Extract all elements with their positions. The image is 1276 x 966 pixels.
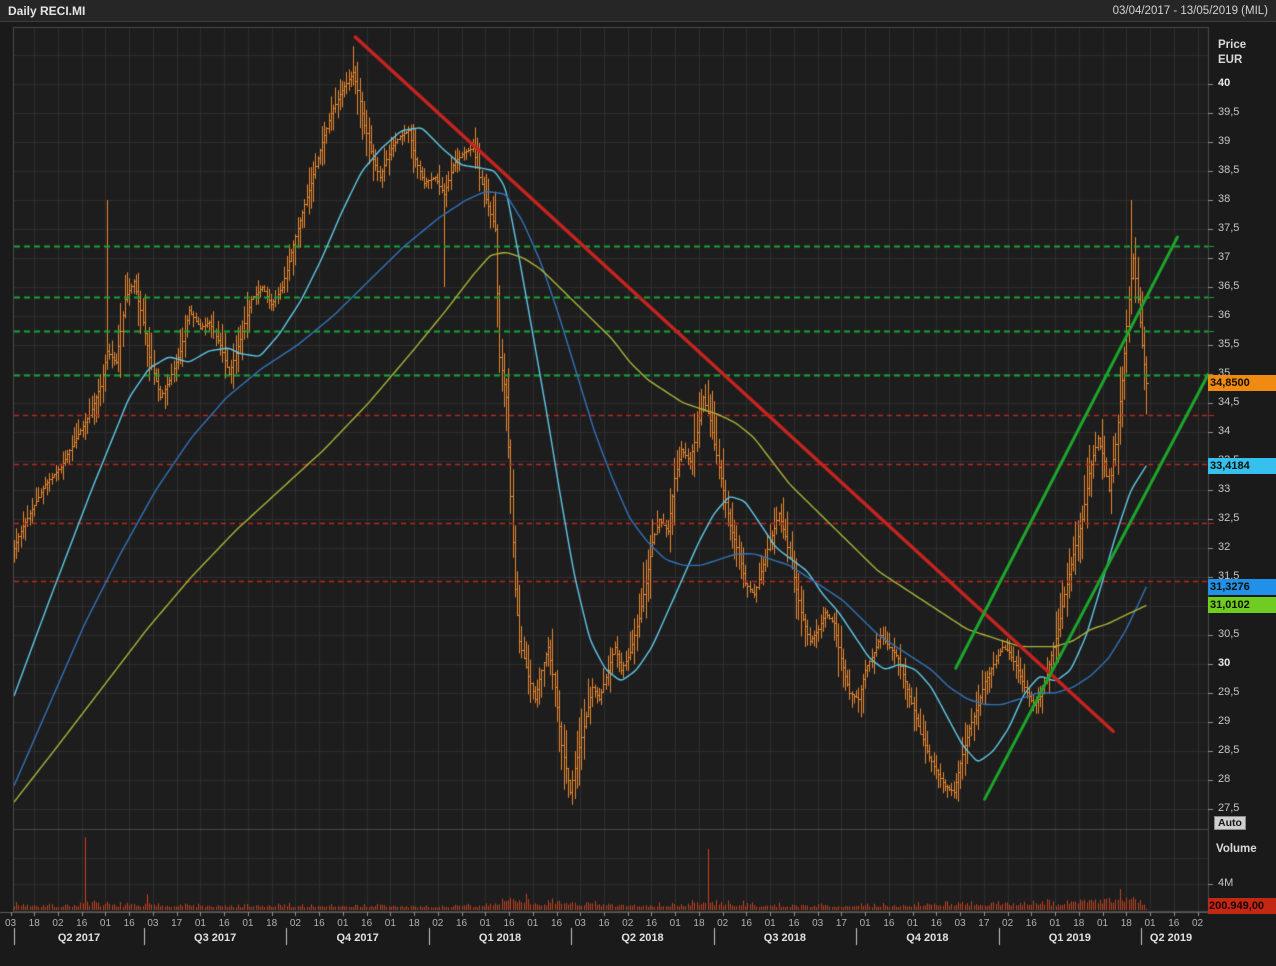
ma-fast-badge: 33,4184 — [1208, 457, 1276, 474]
price-chart-canvas[interactable] — [0, 0, 1276, 966]
date-tick-label: 02 — [289, 918, 301, 929]
date-tick-label: 18 — [693, 918, 705, 929]
quarter-label: Q3 2018 — [763, 932, 807, 944]
date-tick-label: 16 — [930, 918, 942, 929]
price-axis-title: Price EUR — [1218, 38, 1246, 68]
date-tick-label: 01 — [194, 918, 206, 929]
date-tick-label: 02 — [1002, 918, 1014, 929]
date-tick-label: 01 — [764, 918, 776, 929]
price-tick-label: 28 — [1218, 773, 1231, 785]
date-tick-label: 03 — [954, 918, 966, 929]
chart-title: Daily RECI.MI — [8, 3, 86, 18]
date-tick-label: 01 — [384, 918, 396, 929]
quarter-label: Q1 2018 — [478, 932, 522, 944]
date-tick-label: 16 — [598, 918, 610, 929]
date-tick-label: 02 — [432, 918, 444, 929]
date-tick-label: 16 — [740, 918, 752, 929]
date-tick-label: 02 — [1191, 918, 1204, 929]
quarter-label: Q4 2017 — [336, 932, 379, 944]
date-tick-label: 17 — [978, 918, 990, 929]
price-tick-label: 39,5 — [1218, 106, 1240, 118]
price-tick-label: 37,5 — [1218, 222, 1240, 234]
auto-scale-button[interactable]: Auto — [1214, 816, 1246, 830]
price-tick-label: 30 — [1218, 657, 1231, 669]
price-tick-label: 32 — [1218, 541, 1231, 553]
price-tick-label: 33 — [1218, 483, 1231, 495]
date-tick-label: 01 — [479, 918, 491, 929]
price-tick-label: 28,5 — [1218, 744, 1240, 756]
volume-axis-tick: 4M — [1218, 877, 1234, 889]
date-tick-label: 16 — [1168, 918, 1180, 929]
price-tick-label: 37 — [1218, 251, 1231, 263]
date-tick-label: 03 — [574, 918, 586, 929]
price-tick-label: 38 — [1218, 193, 1231, 205]
date-tick-label: 03 — [4, 918, 17, 929]
date-tick-label: 17 — [171, 918, 183, 929]
price-tick-label: 39 — [1218, 135, 1231, 147]
price-axis-title-line1: Price — [1218, 39, 1247, 51]
date-tick-label: 16 — [361, 918, 373, 929]
date-tick-label: 01 — [859, 918, 871, 929]
date-tick-label: 16 — [883, 918, 895, 929]
price-tick-label: 34 — [1218, 425, 1231, 437]
date-tick-label: 18 — [408, 918, 420, 929]
title-bar: Daily RECI.MI 03/04/2017 - 13/05/2019 (M… — [0, 0, 1276, 22]
date-range-label: 03/04/2017 - 13/05/2019 (MIL) — [1112, 4, 1268, 17]
quarter-label: Q2 2019 — [1149, 932, 1193, 944]
quarter-label: Q2 2017 — [57, 932, 101, 944]
quarter-label: Q3 2017 — [194, 932, 237, 944]
date-tick-label: 02 — [622, 918, 634, 929]
date-tick-label: 02 — [52, 918, 64, 929]
date-tick-label: 16 — [76, 918, 88, 929]
date-tick-label: 16 — [218, 918, 230, 929]
date-tick-label: 17 — [835, 918, 847, 929]
quarter-label: Q4 2018 — [906, 932, 949, 944]
price-tick-label: 32,5 — [1218, 512, 1240, 524]
date-tick-label: 01 — [1096, 918, 1109, 929]
date-tick-label: 16 — [503, 918, 515, 929]
price-tick-label: 36 — [1218, 309, 1231, 321]
volume-last-value-badge: 200.949,00 — [1208, 898, 1276, 914]
price-axis-title-line2: EUR — [1218, 54, 1243, 66]
quarter-label: Q1 2019 — [1048, 932, 1091, 944]
date-tick-label: 01 — [1049, 918, 1061, 929]
price-tick-label: 36,5 — [1218, 280, 1240, 292]
date-tick-label: 18 — [1073, 918, 1085, 929]
date-tick-label: 01 — [337, 918, 349, 929]
price-tick-label: 38,5 — [1218, 164, 1240, 176]
ma-medium-badge: 31,3276 — [1208, 578, 1276, 595]
date-tick-label: 01 — [907, 918, 919, 929]
date-tick-label: 01 — [1144, 918, 1156, 929]
quarter-label: Q2 2018 — [621, 932, 664, 944]
date-tick-label: 16 — [123, 918, 135, 929]
price-tick-label: 35,5 — [1218, 338, 1240, 350]
date-tick-label: 01 — [669, 918, 681, 929]
date-tick-label: 18 — [28, 918, 40, 929]
date-tick-label: 16 — [313, 918, 325, 929]
price-tick-label: 27,5 — [1218, 802, 1240, 814]
chart-application-window: Daily RECI.MI 03/04/2017 - 13/05/2019 (M… — [0, 0, 1276, 966]
ma-slow-badge: 31,0102 — [1208, 597, 1276, 614]
date-tick-label: 01 — [527, 918, 539, 929]
date-tick-label: 03 — [147, 918, 159, 929]
price-tick-label: 30,5 — [1218, 628, 1240, 640]
date-tick-label: 01 — [99, 918, 112, 929]
price-tick-label: 34,5 — [1218, 396, 1240, 408]
date-tick-label: 16 — [645, 918, 658, 929]
date-tick-label: 16 — [788, 918, 800, 929]
price-tick-label: 29,5 — [1218, 686, 1240, 698]
date-tick-label: 18 — [266, 918, 278, 929]
last-price-badge: 34,8500 — [1208, 374, 1276, 391]
date-tick-label: 18 — [1120, 918, 1132, 929]
price-tick-label: 29 — [1218, 715, 1231, 727]
volume-pane-title: Volume — [1216, 843, 1257, 855]
price-tick-label: 40 — [1218, 77, 1231, 89]
date-tick-label: 16 — [550, 918, 563, 929]
date-tick-label: 02 — [717, 918, 729, 929]
date-tick-label: 16 — [455, 918, 468, 929]
date-tick-label: 01 — [242, 918, 254, 929]
date-tick-label: 16 — [1025, 918, 1037, 929]
date-tick-label: 03 — [812, 918, 824, 929]
